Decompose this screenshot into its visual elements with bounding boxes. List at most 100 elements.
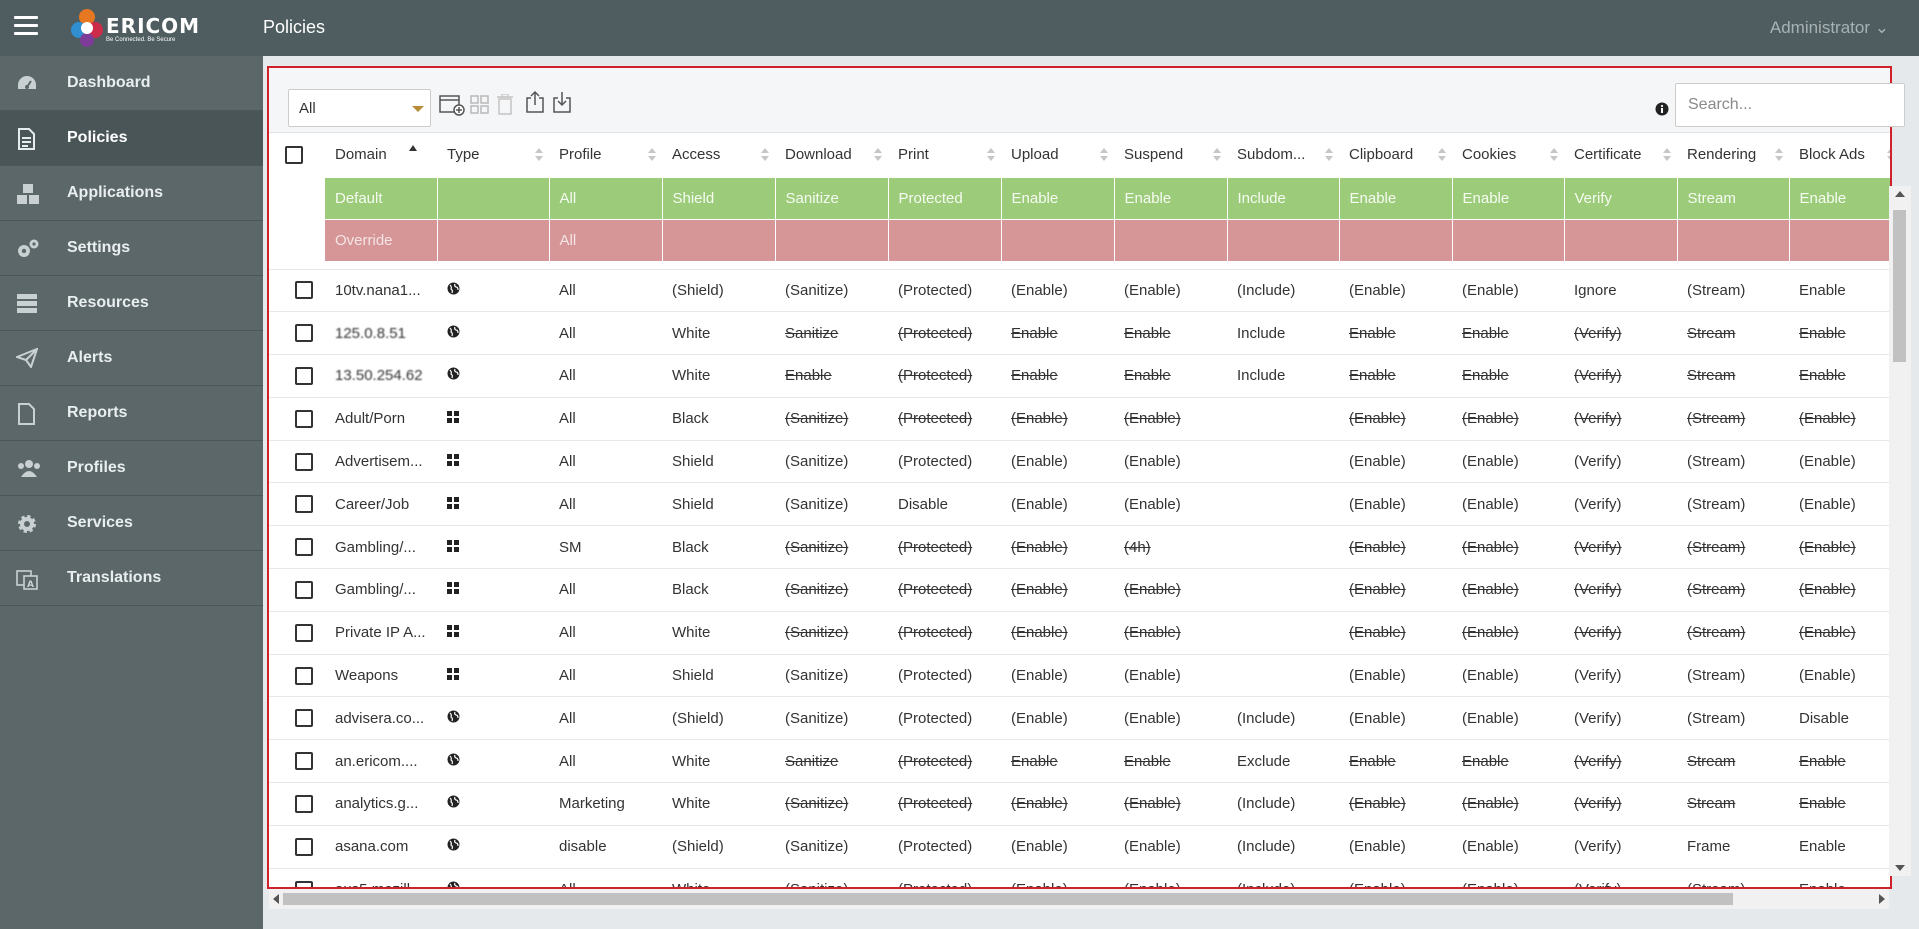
cell[interactable]: (Stream) — [1677, 396, 1789, 441]
cell[interactable]: (Enable) — [1114, 568, 1227, 612]
sidebar-item-translations[interactable]: A Translations — [0, 551, 263, 606]
search-input[interactable] — [1675, 83, 1905, 127]
cell[interactable]: (Enable) — [1339, 525, 1452, 569]
column-header-clipboard[interactable]: Clipboard — [1339, 133, 1452, 177]
cell[interactable]: White — [662, 867, 775, 887]
cell[interactable] — [1227, 218, 1340, 261]
cell[interactable]: All — [549, 311, 662, 355]
cell[interactable]: Shield — [662, 482, 775, 526]
row-checkbox[interactable] — [295, 409, 313, 428]
column-header-suspend[interactable]: Suspend — [1114, 133, 1227, 177]
cell[interactable] — [437, 176, 550, 219]
cell[interactable] — [1677, 218, 1790, 261]
cell[interactable] — [1001, 218, 1115, 261]
cell[interactable]: Enable — [1114, 739, 1227, 783]
cell[interactable]: (Enable) — [1339, 696, 1452, 740]
cell[interactable] — [1114, 218, 1228, 261]
cell[interactable]: Enable — [1114, 354, 1227, 398]
cell[interactable]: (Enable) — [1001, 525, 1114, 569]
cell[interactable]: (Protected) — [888, 525, 1001, 569]
cell[interactable]: (Enable) — [1114, 824, 1227, 869]
cell[interactable]: Enable — [1789, 782, 1890, 826]
cell[interactable]: (Verify) — [1564, 867, 1677, 887]
cell[interactable]: (Shield) — [662, 268, 775, 312]
cell[interactable] — [888, 218, 1002, 261]
cell[interactable] — [1227, 653, 1339, 697]
cell[interactable]: (Stream) — [1677, 439, 1789, 483]
sidebar-item-alerts[interactable]: Alerts — [0, 331, 263, 386]
cell[interactable] — [1227, 610, 1339, 655]
cell[interactable] — [1227, 396, 1339, 441]
table-row[interactable]: Private IP A... All White (Sanitize) (Protec… — [269, 610, 1890, 655]
row-checkbox[interactable] — [295, 538, 313, 557]
column-header-profile[interactable]: Profile — [549, 133, 662, 177]
column-header-type[interactable]: Type — [437, 133, 549, 177]
row-checkbox[interactable] — [295, 666, 313, 685]
cell[interactable]: (Enable) — [1001, 824, 1114, 869]
cell[interactable]: (Protected) — [888, 653, 1001, 697]
cell[interactable]: (Verify) — [1564, 653, 1677, 697]
cell[interactable]: (Enable) — [1001, 482, 1114, 526]
delete-icon[interactable] — [497, 94, 513, 116]
cell[interactable]: Shield — [662, 176, 776, 219]
cell[interactable] — [775, 218, 889, 261]
table-row[interactable]: asana.com disable (Shield) (Sanitize) (Prote… — [269, 824, 1890, 869]
cell[interactable]: (Sanitize) — [775, 268, 888, 312]
cell[interactable]: (4h) — [1114, 525, 1227, 569]
row-checkbox[interactable] — [295, 880, 313, 887]
cell[interactable]: (Enable) — [1339, 653, 1452, 697]
cell[interactable]: Black — [662, 396, 775, 441]
cell[interactable]: (Enable) — [1001, 696, 1114, 740]
cell[interactable]: White — [662, 610, 775, 655]
cell[interactable]: Enable — [1452, 311, 1564, 355]
cell[interactable]: (Verify) — [1564, 354, 1677, 398]
cell[interactable]: Enable — [1452, 176, 1565, 219]
cell[interactable] — [1227, 439, 1339, 483]
table-row[interactable]: Weapons All Shield (Sanitize) (Protected) (En… — [269, 653, 1890, 697]
cell[interactable]: (Enable) — [1114, 396, 1227, 441]
cell[interactable]: (Include) — [1227, 696, 1339, 740]
filter-dropdown[interactable]: All — [288, 89, 431, 127]
vertical-scroll-thumb[interactable] — [1893, 210, 1906, 362]
cell[interactable]: Protected — [888, 176, 1002, 219]
cell[interactable]: Enable — [1789, 311, 1890, 355]
cell[interactable]: (Enable) — [1789, 653, 1890, 697]
cell[interactable]: Enable — [1789, 739, 1890, 783]
cell[interactable]: (Enable) — [1339, 482, 1452, 526]
cell[interactable] — [1227, 482, 1339, 526]
cell[interactable] — [437, 218, 550, 261]
column-header-print[interactable]: Print — [888, 133, 1001, 177]
column-header-download[interactable]: Download — [775, 133, 888, 177]
cell[interactable]: (Enable) — [1001, 653, 1114, 697]
row-checkbox[interactable] — [295, 495, 313, 514]
cell[interactable]: All — [549, 610, 662, 655]
cell[interactable]: (Verify) — [1564, 782, 1677, 826]
cell[interactable]: (Protected) — [888, 610, 1001, 655]
cell[interactable]: (Sanitize) — [775, 782, 888, 826]
cell[interactable]: Enable — [1001, 176, 1115, 219]
cell[interactable]: Enable — [1339, 739, 1452, 783]
cell[interactable]: (Enable) — [1114, 782, 1227, 826]
cell[interactable]: Disable — [1789, 696, 1890, 740]
cell[interactable]: All — [549, 867, 662, 887]
table-row[interactable]: an.ericom.... All White Sanitize (Protected)… — [269, 739, 1890, 783]
cell[interactable]: (Enable) — [1452, 782, 1564, 826]
cell[interactable]: (Verify) — [1564, 568, 1677, 612]
row-checkbox[interactable] — [295, 623, 313, 642]
cell[interactable]: disable — [549, 824, 662, 869]
domain-cell[interactable]: 13.50.254.62 — [325, 354, 437, 398]
column-header-access[interactable]: Access — [662, 133, 775, 177]
cell[interactable]: (Verify) — [1564, 439, 1677, 483]
cell[interactable]: (Verify) — [1564, 610, 1677, 655]
cell[interactable]: (Include) — [1227, 867, 1339, 887]
cell[interactable]: (Enable) — [1789, 525, 1890, 569]
domain-cell[interactable]: Gambling/... — [325, 568, 437, 612]
select-all-checkbox[interactable] — [285, 146, 303, 165]
cell[interactable]: (Enable) — [1452, 482, 1564, 526]
domain-cell[interactable]: Advertisem... — [325, 439, 437, 483]
row-checkbox[interactable] — [295, 324, 313, 343]
cell[interactable]: All — [549, 176, 663, 219]
table-row[interactable]: advisera.co... All (Shield) (Sanitize) (Prot… — [269, 696, 1890, 740]
cell[interactable]: (Enable) — [1339, 396, 1452, 441]
row-checkbox[interactable] — [295, 709, 313, 728]
